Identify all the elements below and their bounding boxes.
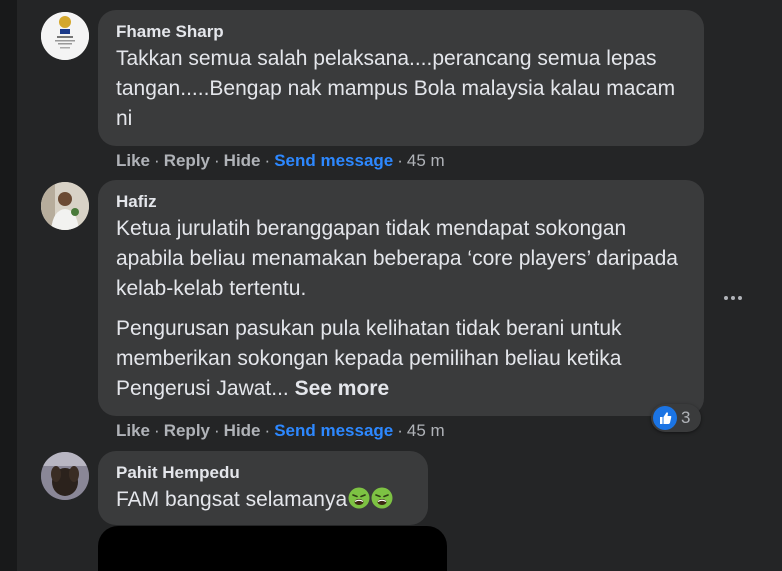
comment-text-paragraph: Pengurusan pasukan pula kelihatan tidak …: [116, 314, 686, 404]
like-link[interactable]: Like: [116, 151, 150, 170]
more-options-button[interactable]: [722, 288, 744, 308]
comment-bubble: Hafiz Ketua jurulatih beranggapan tidak …: [98, 180, 704, 416]
attached-media[interactable]: [98, 526, 447, 571]
ellipsis-icon: [724, 296, 742, 300]
avatar[interactable]: [41, 182, 89, 230]
nauseated-face-icon: [348, 487, 370, 509]
hide-link[interactable]: Hide: [224, 151, 261, 170]
person-photo-avatar-icon: [41, 182, 89, 230]
reply-link[interactable]: Reply: [164, 421, 210, 440]
send-message-link[interactable]: Send message: [274, 151, 393, 170]
hide-link[interactable]: Hide: [224, 421, 261, 440]
separator: ·: [154, 151, 160, 170]
dog-photo-avatar-icon: [41, 452, 89, 500]
like-icon: [653, 406, 677, 430]
separator: ·: [154, 421, 160, 440]
separator: ·: [397, 151, 403, 170]
avatar[interactable]: [41, 12, 89, 60]
send-message-link[interactable]: Send message: [274, 421, 393, 440]
comment-text: Takkan semua salah pelaksana....perancan…: [116, 47, 676, 130]
comment-bubble: Fhame Sharp Takkan semua salah pelaksana…: [98, 10, 704, 146]
comment-bubble: Pahit Hempedu FAM bangsat selamanya: [98, 451, 428, 525]
comment-author[interactable]: Pahit Hempedu: [116, 461, 410, 485]
comment-text-line: FAM bangsat selamanya: [116, 485, 410, 515]
nauseated-face-icon: [371, 487, 393, 509]
reaction-count: 3: [681, 408, 691, 427]
reaction-summary[interactable]: 3: [651, 404, 701, 432]
fam-logo-avatar-icon: [41, 12, 89, 60]
comment-actions: Like · Reply · Hide · Send message · 45 m: [116, 420, 445, 442]
comment-author[interactable]: Fhame Sharp: [116, 20, 686, 44]
reply-link[interactable]: Reply: [164, 151, 210, 170]
comment-text: FAM bangsat selamanya: [116, 488, 348, 511]
comment-timestamp[interactable]: 45 m: [407, 151, 445, 170]
avatar[interactable]: [41, 452, 89, 500]
comment-author[interactable]: Hafiz: [116, 190, 686, 214]
comment-text: Ketua jurulatih beranggapan tidak mendap…: [116, 217, 678, 300]
separator: ·: [214, 151, 220, 170]
like-link[interactable]: Like: [116, 421, 150, 440]
see-more-link[interactable]: See more: [295, 377, 390, 400]
separator: ·: [214, 421, 220, 440]
separator: ·: [397, 421, 403, 440]
separator: ·: [264, 421, 271, 440]
comment-actions: Like · Reply · Hide · Send message · 45 m: [116, 150, 445, 172]
separator: ·: [264, 151, 271, 170]
comment-timestamp[interactable]: 45 m: [407, 421, 445, 440]
